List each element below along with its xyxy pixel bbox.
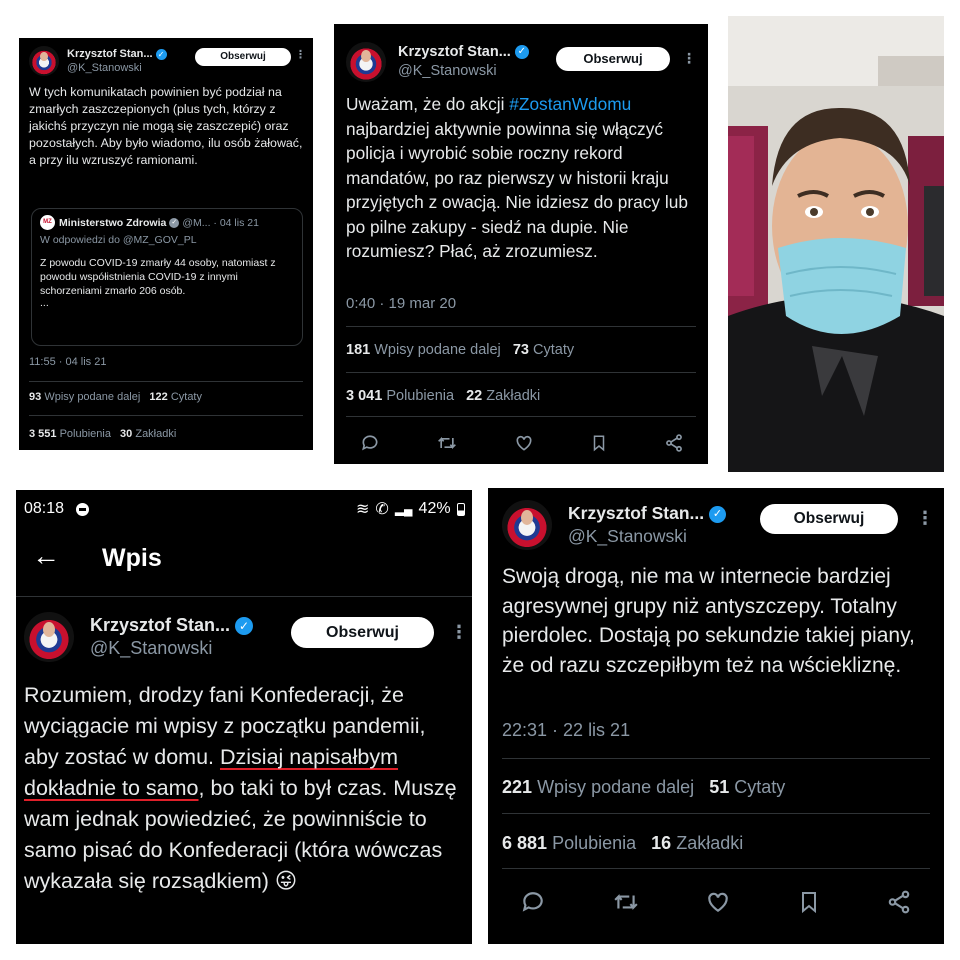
tweet-timestamp[interactable]: 11:55 · 04 lis 21	[29, 356, 106, 368]
dnd-icon	[76, 503, 89, 516]
tweet-text: Swoją drogą, nie ma w internecie bardzie…	[502, 565, 915, 677]
author-handle[interactable]: @K_Stanowski	[568, 525, 726, 548]
tweet-card-1: Krzysztof Stan... ✓ @K_Stanowski Obserwu…	[19, 38, 313, 450]
battery-icon	[456, 502, 465, 516]
likes-count[interactable]: 3 041 Polubienia 22 Zakładki	[346, 388, 540, 404]
likes-count[interactable]: 3 551 Polubienia 30 Zakładki	[29, 428, 176, 440]
likes-count[interactable]: 6 881 Polubienia 16 Zakładki	[502, 833, 743, 854]
verified-icon: ✓	[709, 505, 727, 523]
author-name[interactable]: Krzysztof Stan...	[568, 503, 704, 523]
share-icon[interactable]	[886, 889, 912, 915]
tweet-text: W tych komunikatach powinien być podział…	[29, 85, 303, 167]
tweet-card-4: Krzysztof Stan... ✓ @K_Stanowski Obserwu…	[488, 488, 944, 944]
divider	[16, 596, 472, 597]
like-icon[interactable]	[705, 889, 731, 915]
divider	[29, 415, 303, 416]
avatar[interactable]	[502, 500, 552, 550]
author-name[interactable]: Krzysztof Stan...	[398, 44, 511, 60]
author-name[interactable]: Krzysztof Stan...	[90, 615, 230, 635]
reply-to: W odpowiedzi do @MZ_GOV_PL	[40, 234, 197, 246]
back-arrow-icon[interactable]: ←	[32, 540, 60, 572]
page-title: Wpis	[102, 544, 162, 572]
reposts-count[interactable]: 181 Wpisy podane dalej 73 Cytaty	[346, 342, 574, 358]
bookmark-icon[interactable]	[590, 433, 608, 453]
status-icons: ≋ ✆ ▂▄ 42%	[356, 499, 465, 519]
quoted-ellipsis: ...	[40, 297, 49, 309]
repost-icon[interactable]	[436, 433, 458, 453]
tweet-text: Rozumiem, drodzy fani Konfederacji, że w…	[24, 683, 457, 893]
author-handle[interactable]: @K_Stanowski	[67, 61, 167, 75]
quoted-author-name: Ministerstwo Zdrowia	[59, 216, 167, 229]
divider	[346, 326, 696, 327]
like-icon[interactable]	[514, 433, 534, 453]
divider	[502, 868, 930, 869]
follow-button[interactable]: Obserwuj	[556, 47, 670, 71]
tweet-card-3: 08:18 ≋ ✆ ▂▄ 42% ← Wpis Krzysztof Stan..…	[16, 490, 472, 944]
bookmark-icon[interactable]	[797, 889, 821, 915]
author-handle[interactable]: @K_Stanowski	[398, 62, 529, 81]
avatar[interactable]	[29, 46, 59, 76]
follow-button[interactable]: Obserwuj	[195, 48, 291, 66]
more-icon[interactable]: ⋮	[916, 508, 934, 529]
quoted-text: Z powodu COVID-19 zmarły 44 osoby, natom…	[40, 257, 276, 297]
person-photo	[728, 16, 944, 472]
ministry-logo-icon: MZ	[40, 215, 55, 230]
wifi-icon: ≋	[356, 501, 370, 518]
status-time: 08:18	[24, 500, 65, 517]
quoted-handle-date: @M... · 04 lis 21	[182, 216, 259, 229]
reposts-count[interactable]: 93 Wpisy podane dalej 122 Cytaty	[29, 391, 202, 403]
author-name[interactable]: Krzysztof Stan...	[67, 48, 153, 60]
tweet-card-2: Krzysztof Stan... ✓ @K_Stanowski Obserwu…	[334, 24, 708, 464]
more-icon[interactable]: ⋮	[682, 50, 696, 67]
divider	[29, 381, 303, 382]
divider	[346, 416, 696, 417]
action-bar	[520, 888, 912, 916]
reply-icon[interactable]	[360, 433, 380, 453]
divider	[502, 758, 930, 759]
tweet-timestamp[interactable]: 0:40 · 19 mar 20	[346, 295, 456, 312]
verified-icon: ✓	[235, 617, 254, 636]
repost-icon[interactable]	[612, 889, 640, 915]
action-bar	[360, 432, 684, 454]
follow-button[interactable]: Obserwuj	[760, 504, 898, 534]
verified-icon: ✓	[169, 217, 180, 228]
call-icon: ✆	[375, 501, 389, 518]
follow-button[interactable]: Obserwuj	[291, 617, 434, 648]
avatar[interactable]	[24, 612, 74, 662]
tweet-text: Uważam, że do akcji #ZostanWdomu najbard…	[346, 94, 688, 261]
avatar[interactable]	[346, 42, 386, 82]
author-handle[interactable]: @K_Stanowski	[90, 637, 253, 660]
more-icon[interactable]: ⋮	[450, 622, 468, 643]
verified-icon: ✓	[155, 48, 167, 60]
hashtag-link[interactable]: #ZostanWdomu	[509, 94, 631, 114]
tweet-timestamp[interactable]: 22:31 · 22 lis 21	[502, 720, 630, 741]
selfie-photo	[728, 16, 944, 472]
share-icon[interactable]	[664, 433, 684, 453]
divider	[346, 372, 696, 373]
divider	[502, 813, 930, 814]
quoted-tweet[interactable]: MZ Ministerstwo Zdrowia ✓ @M... · 04 lis…	[31, 208, 303, 346]
more-icon[interactable]: ⋮	[295, 48, 306, 61]
signal-icon: ▂▄	[394, 502, 413, 516]
battery-level: 42%	[418, 500, 451, 517]
reposts-count[interactable]: 221 Wpisy podane dalej 51 Cytaty	[502, 777, 785, 798]
verified-icon: ✓	[514, 45, 529, 60]
reply-icon[interactable]	[520, 889, 546, 915]
